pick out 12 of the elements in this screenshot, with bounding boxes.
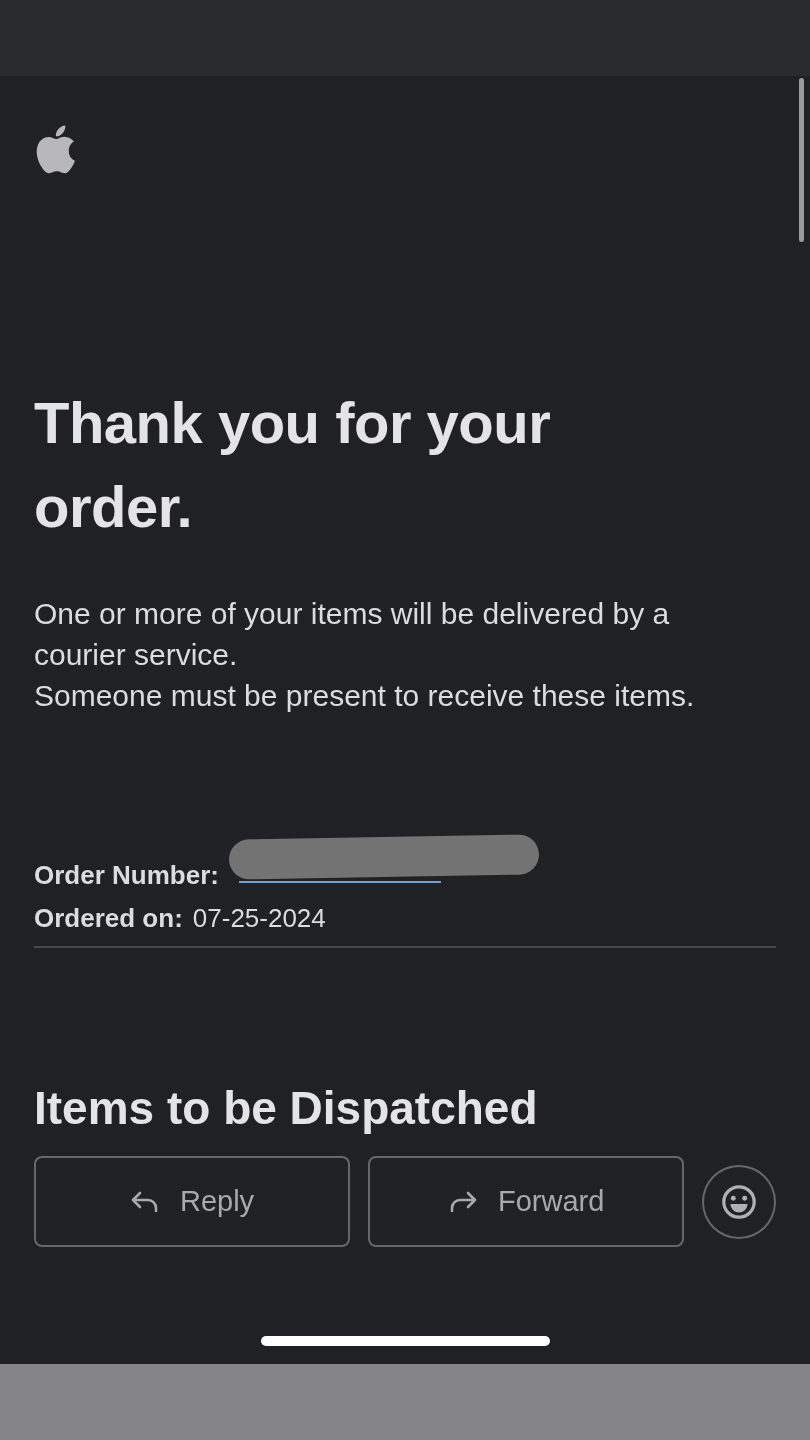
body-text: Someone must be present to receive these items. — [34, 678, 696, 714]
apple-logo-icon — [34, 123, 76, 175]
reply-icon — [129, 1189, 160, 1214]
detail-label: Ordered on: — [34, 903, 183, 934]
detail-label: Order Number: — [34, 860, 219, 891]
smiley-icon — [720, 1182, 759, 1221]
body-text: One or more of your items will be delivered by a courier service. — [34, 596, 671, 673]
section-heading: Items to be Dispatched — [34, 1081, 539, 1136]
reply-button[interactable]: Reply — [34, 1156, 351, 1247]
email-title: Thank you for your order. — [34, 389, 552, 541]
forward-button[interactable]: Forward — [368, 1156, 685, 1247]
detail-value: 07-25-2024 — [192, 903, 326, 934]
